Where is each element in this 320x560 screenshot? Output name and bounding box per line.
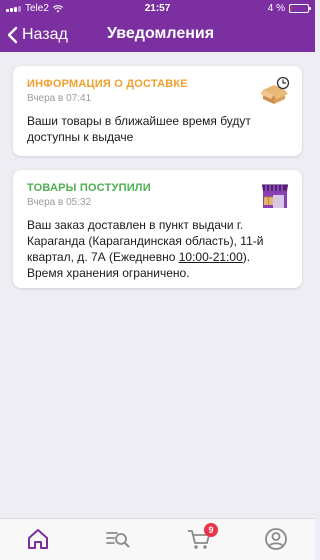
working-hours-link[interactable]: 10:00-21:00 xyxy=(179,250,243,264)
cart-badge: 9 xyxy=(204,523,218,537)
notification-date: Вчера в 05:32 xyxy=(27,197,92,208)
search-list-icon[interactable] xyxy=(105,527,131,551)
notification-title: ИНФОРМАЦИЯ О ДОСТАВКЕ xyxy=(27,78,188,90)
notification-title: ТОВАРЫ ПОСТУПИЛИ xyxy=(27,182,151,194)
header: Tele2 21:57 4 % Уведомления Назад xyxy=(0,0,315,52)
status-bar: Tele2 21:57 4 % xyxy=(0,0,315,18)
notification-body: Ваш заказ доставлен в пункт выдачи г. Ка… xyxy=(27,217,288,281)
profile-icon[interactable] xyxy=(263,527,289,551)
notification-body: Ваши товары в ближайшее время будут дост… xyxy=(27,114,251,144)
tab-bar: 9 xyxy=(0,518,315,560)
home-icon[interactable] xyxy=(25,527,51,551)
delivery-box-clock-icon xyxy=(260,76,290,104)
chevron-left-icon xyxy=(7,26,18,44)
battery-group: 4 % xyxy=(267,3,311,14)
notification-card[interactable]: ТОВАРЫ ПОСТУПИЛИ Вчера в 05:32 Ваш заказ… xyxy=(13,170,302,288)
nav-bar: Уведомления Назад xyxy=(0,22,315,48)
notification-date: Вчера в 07:41 xyxy=(27,93,92,104)
battery-percent: 4 % xyxy=(267,3,285,14)
back-label: Назад xyxy=(22,26,68,43)
pickup-store-icon xyxy=(262,184,288,208)
battery-icon xyxy=(289,4,311,13)
notification-card[interactable]: ИНФОРМАЦИЯ О ДОСТАВКЕ Вчера в 07:41 Ваши… xyxy=(13,66,302,156)
back-button[interactable]: Назад xyxy=(6,22,68,48)
